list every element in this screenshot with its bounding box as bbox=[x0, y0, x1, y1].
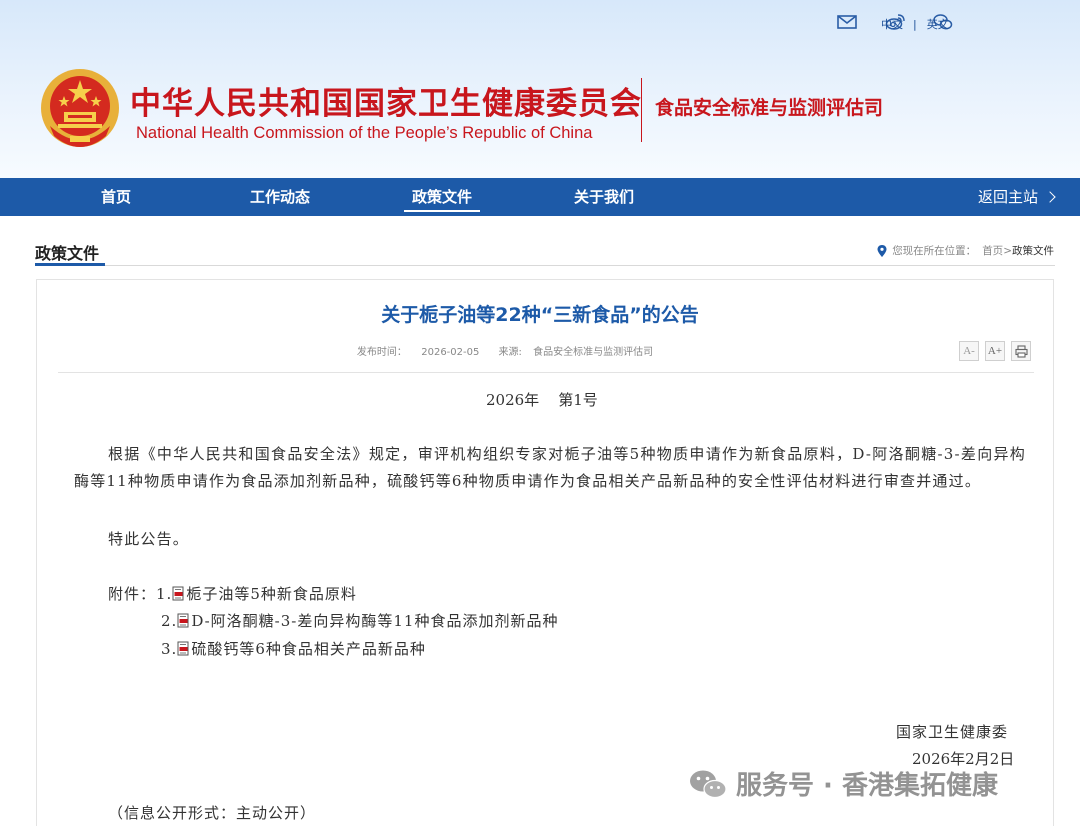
attachment-item-2: 2. D-阿洛酮糖-3-差向异构酶等11种食品添加剂新品种 bbox=[161, 610, 558, 631]
language-switch: 中文 | 英文 bbox=[881, 16, 949, 32]
watermark-text: 服务号 · 香港集拓健康 bbox=[736, 771, 998, 801]
section-title-underline bbox=[35, 263, 105, 266]
watermark: 服务号 · 香港集拓健康 bbox=[688, 765, 998, 802]
nav-item-policy[interactable]: 政策文件 bbox=[404, 178, 480, 216]
source-label: 来源: bbox=[498, 347, 522, 358]
lang-en-link[interactable]: 英文 bbox=[927, 16, 949, 32]
nav-item-work-news[interactable]: 工作动态 bbox=[240, 178, 320, 216]
print-button[interactable] bbox=[1011, 341, 1031, 361]
article-tools: A- A+ bbox=[959, 341, 1037, 361]
pdf-file-icon bbox=[177, 613, 190, 628]
source-value: 食品安全标准与监测评估司 bbox=[533, 347, 654, 358]
org-name-cn[interactable]: 中华人民共和国国家卫生健康委员会 bbox=[130, 78, 642, 123]
back-to-main-site-link[interactable]: 返回主站 bbox=[977, 178, 1056, 216]
attachment-item-1: 附件： 1. 栀子油等5种新食品原料 bbox=[108, 583, 357, 604]
header-divider bbox=[641, 78, 642, 142]
national-emblem-icon[interactable] bbox=[38, 66, 122, 152]
attachment-link-3[interactable]: 硫酸钙等6种食品相关产品新品种 bbox=[191, 638, 426, 659]
breadcrumb-current[interactable]: 政策文件 bbox=[1012, 243, 1054, 258]
site-header: 中文 | 英文 中华人民共和国国家卫生健康委员会 National Health… bbox=[0, 0, 1080, 178]
article-paragraph: 根据《中华人民共和国食品安全法》规定，审评机构组织专家对栀子油等5种物质申请作为… bbox=[74, 445, 1026, 490]
section-title: 政策文件 bbox=[35, 244, 100, 263]
chevron-right-icon bbox=[1044, 191, 1056, 203]
meta-divider bbox=[58, 372, 1034, 373]
publish-date: 2026-02-05 bbox=[421, 347, 480, 358]
location-pin-icon bbox=[877, 244, 887, 257]
breadcrumb-separator: > bbox=[1003, 244, 1012, 257]
attachment-item-3: 3. 硫酸钙等6种食品相关产品新品种 bbox=[161, 638, 426, 659]
section-divider bbox=[35, 265, 1055, 266]
article-title: 关于栀子油等22种“三新食品”的公告 bbox=[381, 304, 699, 326]
disclosure-form: （信息公开形式：主动公开） bbox=[108, 804, 317, 822]
publish-date-label: 发布时间： bbox=[356, 347, 407, 358]
breadcrumb-home-link[interactable]: 首页 bbox=[982, 243, 1003, 258]
attachment-number: 1. bbox=[156, 584, 173, 603]
back-label: 返回主站 bbox=[977, 188, 1038, 206]
signature: 国家卫生健康委 bbox=[896, 723, 1009, 741]
font-decrease-button[interactable]: A- bbox=[959, 341, 979, 361]
attachment-number: 3. bbox=[161, 639, 178, 658]
nav-item-about[interactable]: 关于我们 bbox=[566, 178, 642, 216]
breadcrumb-prefix: 您现在所在位置： bbox=[892, 245, 977, 257]
breadcrumb: 您现在所在位置： 首页 > 政策文件 bbox=[877, 243, 1054, 258]
lang-cn-link[interactable]: 中文 bbox=[881, 16, 903, 32]
article-meta: 发布时间： 2026-02-05 来源: 食品安全标准与监测评估司 bbox=[0, 343, 1010, 358]
attachment-link-2[interactable]: D-阿洛酮糖-3-差向异构酶等11种食品添加剂新品种 bbox=[191, 610, 558, 631]
article-container bbox=[36, 279, 1054, 826]
wechat-logo-icon bbox=[688, 768, 728, 800]
attachments-label: 附件： bbox=[108, 585, 157, 603]
issue-number: 2026年 第1号 bbox=[486, 391, 598, 409]
font-increase-button[interactable]: A+ bbox=[985, 341, 1005, 361]
department-name: 食品安全标准与监测评估司 bbox=[655, 97, 884, 119]
attachment-number: 2. bbox=[161, 611, 178, 630]
attachment-link-1[interactable]: 栀子油等5种新食品原料 bbox=[186, 583, 357, 604]
printer-icon bbox=[1014, 344, 1028, 358]
notice-closing: 特此公告。 bbox=[108, 530, 190, 548]
org-name-en: National Health Commission of the People… bbox=[136, 124, 593, 142]
pdf-file-icon bbox=[172, 586, 185, 601]
main-nav: 首页 工作动态 政策文件 关于我们 返回主站 bbox=[0, 178, 1080, 216]
nav-item-home[interactable]: 首页 bbox=[86, 178, 146, 216]
lang-separator: | bbox=[913, 17, 917, 31]
pdf-file-icon bbox=[177, 641, 190, 656]
mail-icon[interactable] bbox=[836, 12, 858, 32]
